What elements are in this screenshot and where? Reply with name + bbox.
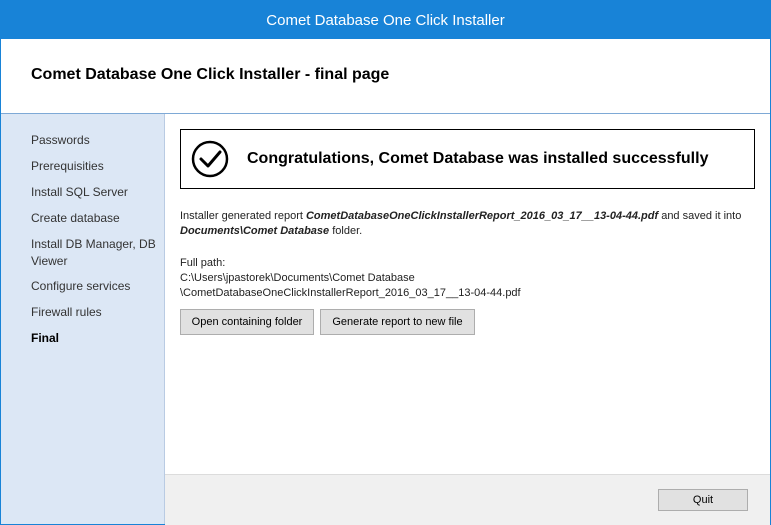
success-message: Congratulations, Comet Database was inst… (247, 150, 709, 167)
report-suffix: folder. (329, 225, 363, 237)
sidebar-item-firewall-rules: Firewall rules (31, 305, 102, 319)
full-path-line-1: C:\Users\jpastorek\Documents\Comet Datab… (180, 272, 415, 284)
sidebar-item-configure-services: Configure services (31, 279, 131, 293)
full-path-label: Full path: (180, 257, 226, 269)
installer-window: Comet Database One Click Installer Comet… (0, 0, 771, 525)
title-bar: Comet Database One Click Installer (1, 1, 770, 39)
page-title: Comet Database One Click Installer - fin… (31, 66, 390, 83)
window-title: Comet Database One Click Installer (266, 11, 505, 29)
sidebar-item-prerequisities: Prerequisities (31, 159, 104, 173)
report-folder: Documents\Comet Database (180, 225, 330, 237)
report-middle: and saved it into (658, 210, 742, 222)
sidebar: Passwords Prerequisities Install SQL Ser… (1, 114, 165, 524)
report-prefix: Installer generated report (180, 210, 306, 222)
sidebar-item-install-db-manager: Install DB Manager, DB Viewer (31, 237, 156, 268)
sidebar-item-final: Final (31, 331, 60, 345)
check-circle-icon (191, 140, 229, 178)
open-containing-folder-button[interactable]: Open containing folder (180, 309, 314, 335)
full-path-value: C:\Users\jpastorek\Documents\Comet Datab… (180, 271, 760, 301)
success-banner: Congratulations, Comet Database was inst… (180, 129, 755, 189)
sidebar-item-install-sql-server: Install SQL Server (31, 185, 128, 199)
quit-button[interactable]: Quit (658, 489, 748, 511)
sidebar-item-create-database: Create database (31, 211, 120, 225)
footer: Quit (165, 474, 770, 525)
main-content: Congratulations, Comet Database was inst… (165, 114, 770, 474)
full-path-line-2: \CometDatabaseOneClickInstallerReport_20… (180, 287, 521, 299)
report-filename: CometDatabaseOneClickInstallerReport_201… (305, 210, 659, 222)
report-info: Installer generated report CometDatabase… (180, 209, 760, 239)
generate-report-button[interactable]: Generate report to new file (320, 309, 475, 335)
page-header: Comet Database One Click Installer - fin… (1, 39, 770, 114)
sidebar-item-passwords: Passwords (31, 133, 90, 147)
